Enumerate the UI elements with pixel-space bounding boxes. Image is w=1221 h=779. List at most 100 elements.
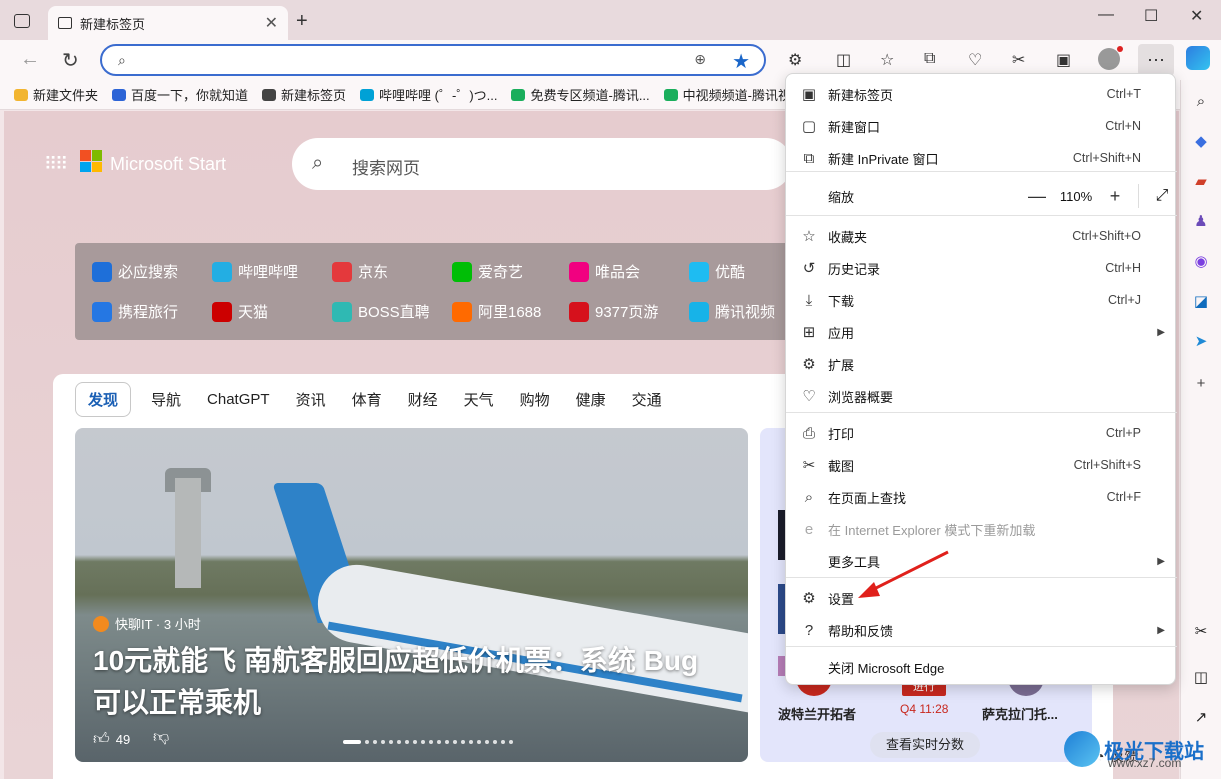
site-logo-icon (569, 261, 589, 282)
menu-item-label: 帮助和反馈 (828, 623, 894, 639)
feed-tab[interactable]: 财经 (408, 389, 438, 410)
quick-link[interactable]: 优酷 (689, 261, 745, 282)
maximize-button[interactable]: ☐ (1144, 6, 1158, 26)
bookmark-item[interactable]: 哔哩哔哩 (゜-゜)つ... (360, 85, 497, 104)
bookmark-item[interactable]: 中视频频道-腾讯视... (663, 85, 802, 104)
zoom-in-button[interactable]: + (1100, 186, 1130, 207)
menu-item-label: 收藏夹 (828, 229, 868, 245)
favorites-icon[interactable]: ☆ (880, 50, 894, 70)
tab-close-icon[interactable]: ✕ (265, 13, 278, 33)
quick-link[interactable]: 腾讯视频 (689, 301, 775, 322)
carousel-dots[interactable] (343, 740, 513, 744)
add-icon[interactable]: + (1189, 372, 1213, 396)
new-tab-button[interactable]: + (296, 10, 308, 33)
bookmark-item[interactable]: 新建文件夹 (14, 85, 98, 104)
menu-item[interactable]: ✂ 截图 Ctrl+Shift+S (786, 449, 1177, 481)
quick-link[interactable]: 爱奇艺 (452, 261, 523, 282)
address-bar[interactable]: ⌕ ⊕ ★ (100, 44, 766, 76)
tab-actions-icon[interactable] (14, 14, 30, 28)
fullscreen-icon[interactable]: ⤢ (1147, 187, 1177, 205)
feed-tab[interactable]: 健康 (576, 389, 606, 410)
menu-item[interactable]: 关闭 Microsoft Edge (786, 651, 1177, 683)
extensions-icon[interactable]: ⚙ (788, 50, 802, 70)
split-screen-icon[interactable]: ◫ (836, 50, 851, 70)
tag-icon[interactable]: ◆ (1189, 130, 1213, 154)
feed-tab[interactable]: ChatGPT (207, 391, 270, 408)
hero-article[interactable]: 快聊IT · 3 小时 10元就能飞 南航客服回应超低价机票：系统 Bug 可以… (75, 428, 748, 762)
zoom-divider (1138, 184, 1139, 208)
feed-tab[interactable]: 交通 (632, 389, 662, 410)
refresh-button[interactable]: ↻ (62, 48, 79, 73)
menu-item[interactable]: ↺ 历史记录 Ctrl+H (786, 252, 1177, 284)
feed-tab[interactable]: 购物 (520, 389, 550, 410)
web-search-box[interactable]: ⌕ 搜索网页 (292, 138, 792, 190)
quick-link[interactable]: 天猫 (212, 301, 268, 322)
menu-item[interactable]: ⧉ 新建 InPrivate 窗口 Ctrl+Shift+N (786, 142, 1177, 174)
feed-tab[interactable]: 资讯 (296, 389, 326, 410)
quick-link[interactable]: 哔哩哔哩 (212, 261, 298, 282)
bookmark-item[interactable]: 免费专区频道-腾讯... (511, 85, 650, 104)
view-scores-button[interactable]: 查看实时分数 (870, 732, 980, 758)
quick-link-label: 腾讯视频 (715, 304, 776, 321)
search-icon[interactable]: ⌕ (1189, 90, 1213, 114)
hero-title[interactable]: 10元就能飞 南航客服回应超低价机票：系统 Bug 可以正常乘机 (93, 640, 713, 724)
menu-item[interactable]: ? 帮助和反馈 ▶ (786, 614, 1177, 646)
search-placeholder[interactable]: 搜索网页 (352, 154, 420, 179)
menu-item-label: 新建 InPrivate 窗口 (828, 151, 939, 167)
menu-item[interactable]: e 在 Internet Explorer 模式下重新加载 (786, 513, 1177, 545)
outlook-icon[interactable]: ◪ (1189, 290, 1213, 314)
feed-tab[interactable]: 体育 (352, 389, 382, 410)
menu-item[interactable]: ⊞ 应用 ▶ (786, 316, 1177, 348)
menu-item[interactable]: 缩放 — 110% + ⤢ (786, 176, 1177, 216)
office-icon[interactable]: ◉ (1189, 250, 1213, 274)
menu-item[interactable]: ⎙ 打印 Ctrl+P (786, 417, 1177, 449)
sidebar-toggle-icon[interactable]: ▣ (1056, 50, 1071, 70)
send-icon[interactable]: ➤ (1189, 330, 1213, 354)
screenshot-icon[interactable]: ✂ (1189, 620, 1213, 644)
feed-tab[interactable]: 天气 (464, 389, 494, 410)
menu-item[interactable]: ▣ 新建标签页 Ctrl+T (786, 78, 1177, 110)
back-button[interactable]: ← (20, 48, 40, 71)
split-icon[interactable]: ◫ (1189, 666, 1213, 690)
bookmark-item[interactable]: 百度一下，你就知道 (112, 85, 248, 104)
menu-item[interactable]: ♡ 浏览器概要 (786, 380, 1177, 412)
minimize-button[interactable]: — (1098, 6, 1114, 24)
like-button[interactable]: 👍︎ 49 (93, 730, 130, 749)
toolbox-icon[interactable]: ▰ (1189, 170, 1213, 194)
tab-newtab[interactable]: 新建标签页 ✕ (48, 6, 288, 40)
menu-item[interactable]: ⚙ 设置 (786, 582, 1177, 614)
menu-item[interactable]: ⌕ 在页面上查找 Ctrl+F (786, 481, 1177, 513)
menu-item[interactable]: 更多工具 ▶ (786, 545, 1177, 577)
quick-link[interactable]: 京东 (332, 261, 388, 282)
menu-item[interactable]: ⤓ 下载 Ctrl+J (786, 284, 1177, 316)
zoom-in-icon[interactable]: ⊕ (694, 51, 706, 68)
collections-icon[interactable]: ⧉ (924, 50, 935, 68)
quick-link[interactable]: 必应搜索 (92, 261, 178, 282)
close-window-button[interactable]: ✕ (1190, 6, 1203, 26)
profile-avatar[interactable] (1098, 46, 1123, 70)
quick-link[interactable]: 阿里1688 (452, 301, 541, 322)
feed-tab[interactable]: 发现 (75, 382, 132, 417)
zoom-out-button[interactable]: — (1022, 186, 1052, 207)
bookmark-item[interactable]: 新建标签页 (262, 85, 346, 104)
quick-link[interactable]: 9377页游 (569, 301, 658, 322)
copilot-icon[interactable] (1186, 46, 1210, 70)
quick-link[interactable]: 唯品会 (569, 261, 640, 282)
screenshot-icon[interactable]: ✂ (1012, 50, 1025, 70)
feed-tab[interactable]: 导航 (151, 389, 181, 410)
favorite-star-icon[interactable]: ★ (732, 49, 750, 74)
menu-item[interactable]: ▢ 新建窗口 Ctrl+N (786, 110, 1177, 142)
settings-and-more-button[interactable]: ··· (1138, 44, 1174, 76)
app-launcher-icon[interactable]: ⠿⠿ (44, 154, 68, 175)
performance-icon[interactable]: ♡ (968, 50, 982, 70)
game-time: Q4 11:28 (900, 702, 949, 716)
quick-link[interactable]: BOSS直聘 (332, 301, 430, 322)
menu-item[interactable]: ☆ 收藏夹 Ctrl+Shift+O (786, 220, 1177, 252)
games-icon[interactable]: ♟ (1189, 210, 1213, 234)
quick-links-panel: 必应搜索 哔哩哔哩 京东 爱奇艺 唯品会 优酷携程旅行 天猫 BOSS直聘 阿里1688 9377… (75, 243, 795, 340)
bookmark-favicon-icon (14, 88, 28, 101)
menu-item-label: 应用 (828, 325, 855, 341)
quick-link[interactable]: 携程旅行 (92, 301, 178, 322)
thumbs-down-icon[interactable]: 👎︎ (153, 728, 169, 747)
menu-item[interactable]: ⚙ 扩展 (786, 348, 1177, 380)
